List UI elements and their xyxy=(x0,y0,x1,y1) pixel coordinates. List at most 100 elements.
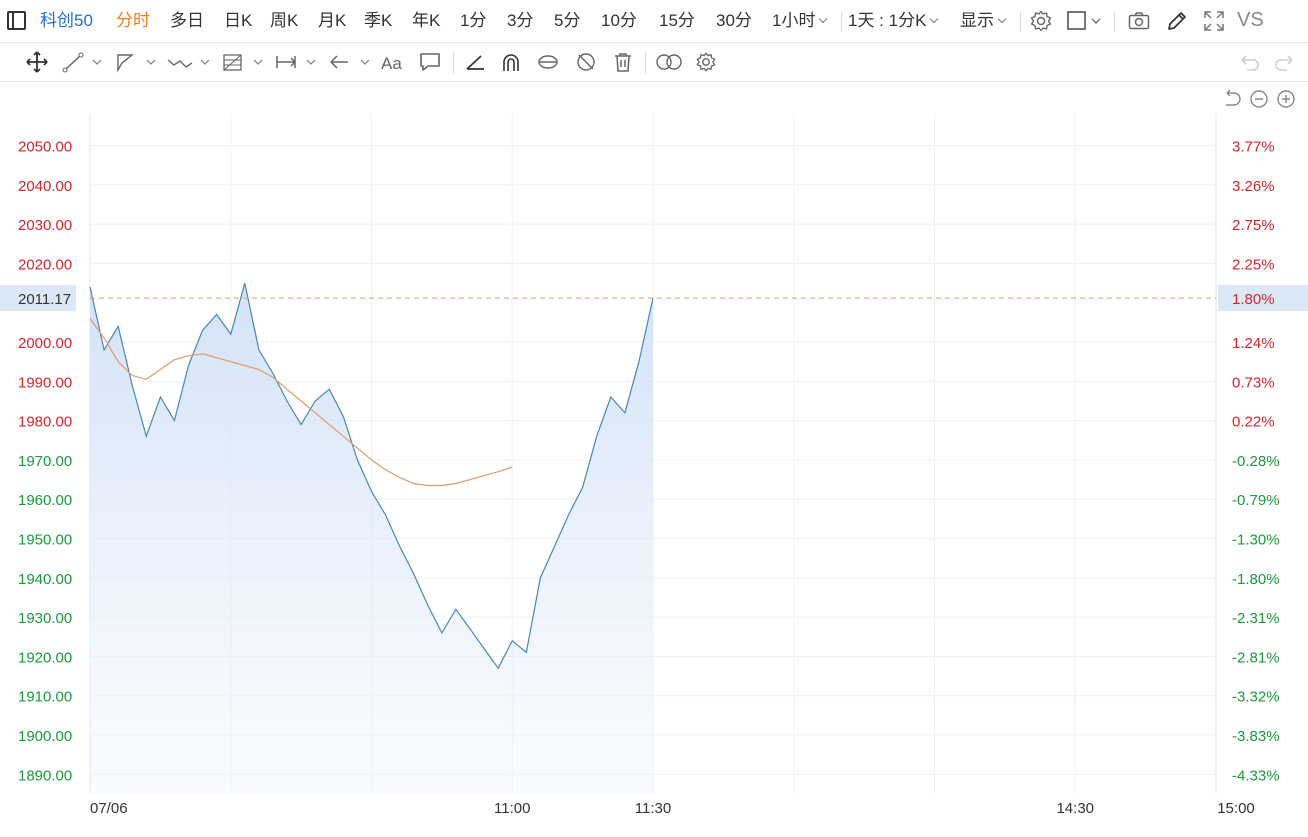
reset-zoom-icon[interactable] xyxy=(1221,88,1243,110)
top-toolbar: 科创50 分时 多日 日K 周K 月K 季K 年K 1分 3分 5分 10分 1… xyxy=(0,0,1308,43)
measure-range-tool-icon[interactable] xyxy=(274,51,318,73)
time-axis-label: 07/06 xyxy=(90,800,128,817)
percent-axis-label: -4.33% xyxy=(1232,767,1280,784)
percent-axis-label: 3.77% xyxy=(1232,139,1275,156)
percent-axis-label: -1.80% xyxy=(1232,571,1280,588)
interval-tab-fenshi[interactable]: 分时 xyxy=(116,10,150,32)
interval-tab-10min[interactable]: 10分 xyxy=(601,10,637,32)
time-axis-label: 15:00 xyxy=(1217,800,1255,817)
trash-icon[interactable] xyxy=(611,51,635,73)
chevron-down-icon xyxy=(997,14,1007,24)
interval-tab-1min[interactable]: 1分 xyxy=(460,10,486,32)
last-price-tag xyxy=(0,285,76,312)
zoom-out-icon[interactable] xyxy=(1248,88,1270,110)
price-axis-label: 1970.00 xyxy=(18,453,72,470)
percent-axis-label: -2.31% xyxy=(1232,610,1280,627)
price-axis-label: 1900.00 xyxy=(18,728,72,745)
sidebar-toggle-icon[interactable] xyxy=(7,11,26,30)
price-axis-label: 1960.00 xyxy=(18,492,72,509)
price-axis-label: 1980.00 xyxy=(18,414,72,431)
redo-icon[interactable] xyxy=(1273,51,1297,73)
percent-axis-label: -3.83% xyxy=(1232,728,1280,745)
price-axis-label: 2020.00 xyxy=(18,256,72,273)
price-axis-label: 2040.00 xyxy=(18,178,72,195)
pencil-icon[interactable] xyxy=(1165,9,1189,33)
fullscreen-icon[interactable] xyxy=(1202,9,1226,33)
drawing-toolbar: Aa xyxy=(0,43,1308,82)
price-axis-label: 2030.00 xyxy=(18,217,72,234)
intraday-chart-svg: 2050.00 3.77% 2040.00 3.26% 2030.00 2.75% 2020… xyxy=(0,114,1308,817)
overlay-compare-icon[interactable] xyxy=(655,51,683,73)
comment-tool-icon[interactable] xyxy=(418,51,442,73)
trend-line-tool-icon[interactable] xyxy=(62,51,104,73)
interval-tab-multiday[interactable]: 多日 xyxy=(170,10,204,32)
interval-tab-3min[interactable]: 3分 xyxy=(507,10,533,32)
camera-icon[interactable] xyxy=(1127,9,1151,33)
average-price-line xyxy=(89,318,513,487)
interval-tab-5min[interactable]: 5分 xyxy=(554,10,580,32)
percent-axis-label: -0.28% xyxy=(1232,453,1280,470)
interval-tab-15min[interactable]: 15分 xyxy=(659,10,695,32)
range-dropdown[interactable]: 1天 : 1分K xyxy=(848,10,939,32)
display-dropdown[interactable]: 显示 xyxy=(960,10,1007,32)
price-axis-label: 1990.00 xyxy=(18,374,72,391)
chart-area[interactable]: 2050.00 3.77% 2040.00 3.26% 2030.00 2.75% 2020… xyxy=(0,82,1308,837)
chevron-down-icon xyxy=(819,14,828,24)
price-axis-label: 1930.00 xyxy=(18,610,72,627)
time-axis-label: 14:30 xyxy=(1056,800,1094,817)
svg-text:Aa: Aa xyxy=(381,54,402,73)
last-price-label: 2011.17 xyxy=(18,291,71,308)
zoom-in-icon[interactable] xyxy=(1275,88,1297,110)
last-pct-tag xyxy=(1218,285,1308,312)
percent-axis-label: -3.32% xyxy=(1232,689,1280,706)
percent-axis-label: 1.24% xyxy=(1232,335,1275,352)
time-axis-label: 11:30 xyxy=(635,800,671,817)
undo-icon[interactable] xyxy=(1237,51,1261,73)
price-axis-label: 1940.00 xyxy=(18,571,72,588)
toolbar-divider xyxy=(841,12,842,32)
interval-tab-daily[interactable]: 日K xyxy=(224,10,252,32)
polyline-tool-icon[interactable] xyxy=(114,51,158,73)
chart-settings-gear-icon[interactable] xyxy=(694,51,718,73)
settings-gear-icon[interactable] xyxy=(1029,9,1053,33)
wave-pattern-tool-icon[interactable] xyxy=(166,51,212,73)
text-tool-icon[interactable]: Aa xyxy=(380,51,406,73)
percent-axis-label: -1.30% xyxy=(1232,532,1280,549)
percent-axis-label: -2.81% xyxy=(1232,649,1280,666)
interval-tab-30min[interactable]: 30分 xyxy=(716,10,752,32)
magnet-icon[interactable] xyxy=(499,51,523,73)
percent-axis-label: -0.79% xyxy=(1232,492,1280,509)
percent-axis-label: 3.26% xyxy=(1232,178,1275,195)
interval-tab-monthly[interactable]: 月K xyxy=(318,10,346,32)
percent-axis-label: 0.73% xyxy=(1232,374,1275,391)
arrow-tool-icon[interactable] xyxy=(328,51,372,73)
hour-interval-dropdown[interactable]: 1小时 xyxy=(772,10,828,32)
hide-drawings-icon[interactable] xyxy=(574,51,598,73)
toolbar-divider xyxy=(645,52,646,74)
fibonacci-tool-icon[interactable] xyxy=(221,51,265,73)
interval-tab-yearly[interactable]: 年K xyxy=(412,10,440,32)
compare-button[interactable]: VS xyxy=(1237,9,1264,31)
chevron-down-icon xyxy=(930,14,939,24)
range-label: 1天 : 1分K xyxy=(848,11,927,30)
time-axis-label: 11:00 xyxy=(494,800,530,817)
interval-tab-weekly[interactable]: 周K xyxy=(270,10,298,32)
hour-interval-label: 1小时 xyxy=(772,11,816,30)
display-label: 显示 xyxy=(960,11,994,30)
angle-tool-icon[interactable] xyxy=(464,51,488,73)
interval-tab-quarterly[interactable]: 季K xyxy=(364,10,392,32)
price-axis-label: 1950.00 xyxy=(18,532,72,549)
symbol-label[interactable]: 科创50 xyxy=(40,10,93,32)
price-axis-label: 1920.00 xyxy=(18,649,72,666)
move-cross-icon[interactable] xyxy=(25,51,49,73)
toolbar-divider xyxy=(1020,12,1021,32)
layout-select-icon[interactable] xyxy=(1066,9,1106,33)
percent-axis-label: 2.25% xyxy=(1232,256,1275,273)
lock-drawings-icon[interactable] xyxy=(536,51,560,73)
price-axis-label: 1910.00 xyxy=(18,689,72,706)
price-axis-label: 1890.00 xyxy=(18,767,72,784)
percent-axis-label: 0.22% xyxy=(1232,414,1275,431)
toolbar-divider xyxy=(453,52,454,74)
price-axis-label: 2000.00 xyxy=(18,335,72,352)
percent-axis-label: 2.75% xyxy=(1232,217,1275,234)
